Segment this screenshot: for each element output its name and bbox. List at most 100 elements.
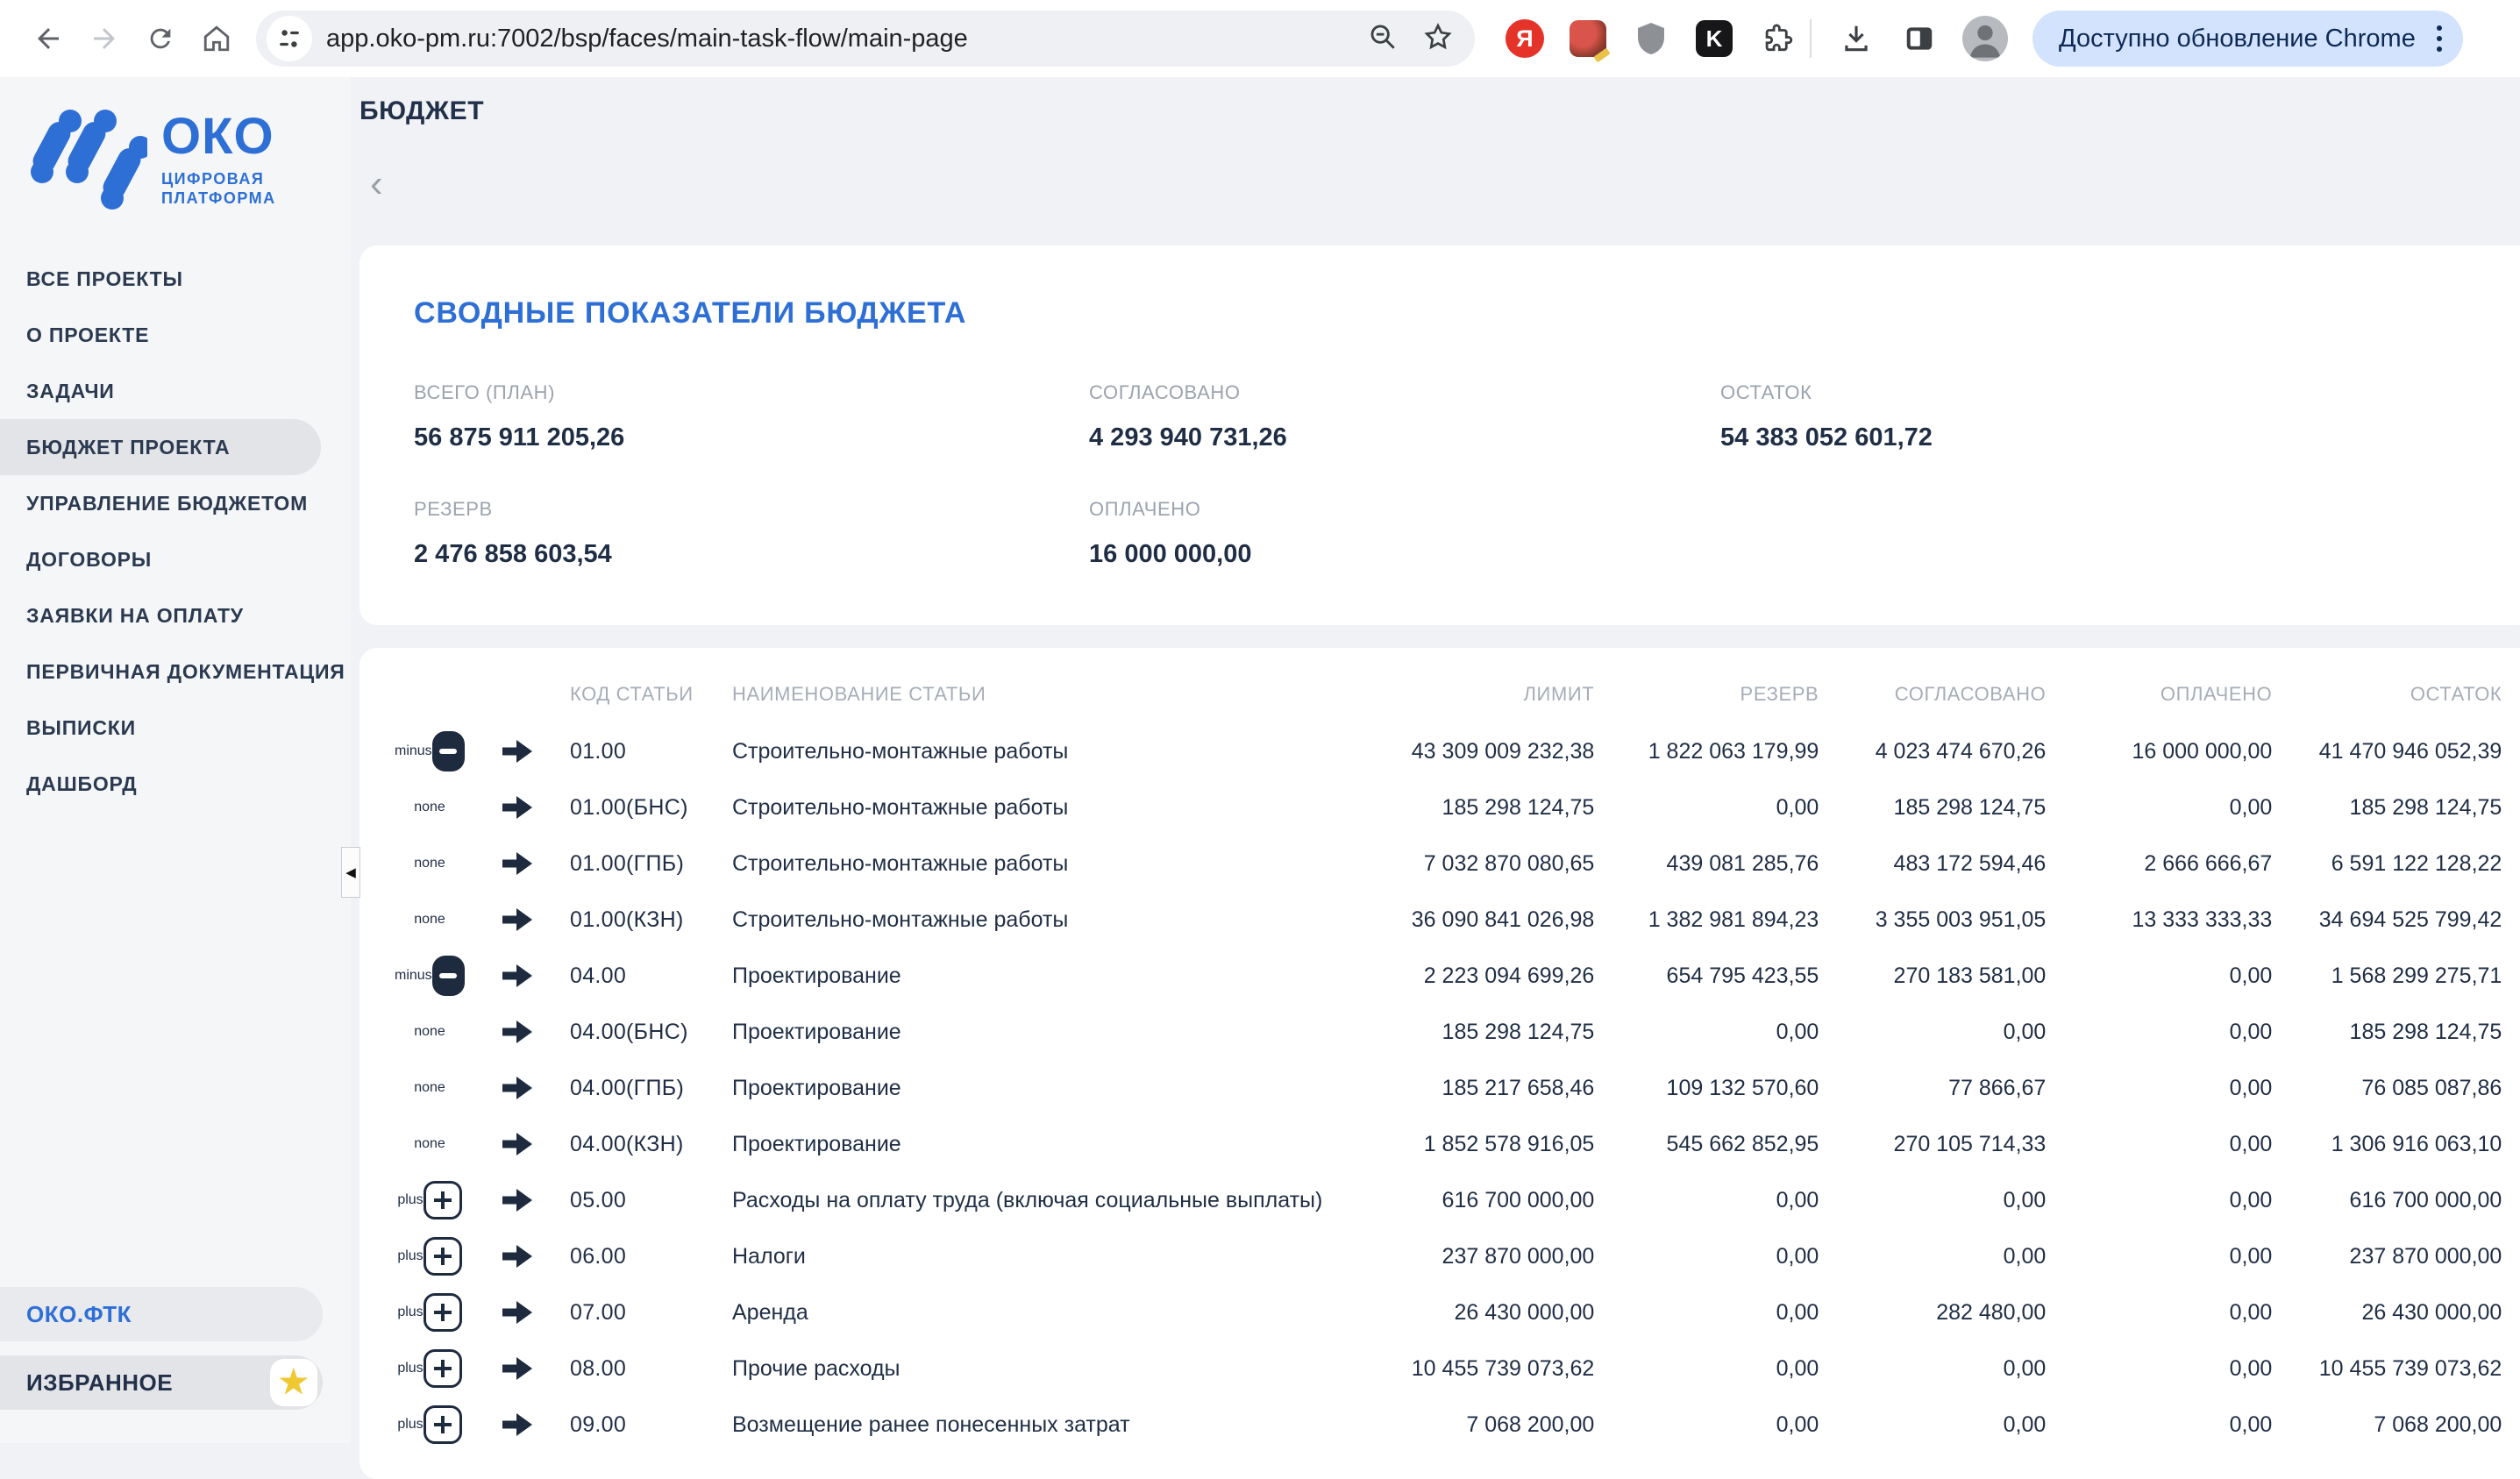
table-row: plus 07.00 Аренда 26 430 000,00 0,00 282… [395,1284,2502,1340]
col-header-limit: ЛИМИТ [1322,683,1594,706]
expand-row-button[interactable] [424,1293,462,1332]
agreed-value: 0,00 [1819,1356,2046,1382]
sidebar-collapse-handle[interactable]: ◀ [341,847,360,898]
sidebar-item-все-проекты[interactable]: ВСЕ ПРОЕКТЫ [0,251,351,307]
open-row-arrow-icon[interactable] [465,1355,570,1382]
article-code: 04.00(БНС) [570,1020,732,1045]
paid-value: 0,00 [2046,1188,2272,1213]
sidebar-item-заявки-на-оплату[interactable]: ЗАЯВКИ НА ОПЛАТУ [0,587,351,644]
reserve-value: 654 795 423,55 [1594,963,1819,989]
limit-value: 7 068 200,00 [1322,1412,1594,1438]
expand-row-button[interactable] [424,1349,462,1388]
sidebar-item-первичная-документация[interactable]: ПЕРВИЧНАЯ ДОКУМЕНТАЦИЯ [0,644,351,700]
open-row-arrow-icon[interactable] [465,1243,570,1269]
open-row-arrow-icon[interactable] [465,1019,570,1045]
open-row-arrow-icon[interactable] [465,907,570,933]
open-row-arrow-icon[interactable] [465,1075,570,1101]
yandex-extension-icon[interactable]: Я [1505,18,1545,59]
favorites-star-icon[interactable]: ★ [270,1359,317,1406]
article-code: 08.00 [570,1356,732,1382]
side-panel-icon[interactable] [1899,18,1940,59]
paid-value: 0,00 [2046,1300,2272,1326]
open-row-arrow-icon[interactable] [465,738,570,764]
seal-extension-icon[interactable] [1568,18,1608,59]
rest-value: 7 068 200,00 [2272,1412,2502,1438]
open-row-arrow-icon[interactable] [465,1187,570,1213]
chrome-update-button[interactable]: Доступно обновление Chrome [2032,11,2463,67]
limit-value: 10 455 739 073,62 [1322,1356,1594,1382]
browser-menu-icon[interactable] [2428,18,2451,59]
article-code: 07.00 [570,1300,732,1326]
table-row: plus 05.00 Расходы на оплату труда (вклю… [395,1172,2502,1228]
sidebar: ОКО ЦИФРОВАЯ ПЛАТФОРМА ВСЕ ПРОЕКТЫО ПРОЕ… [0,77,351,1443]
sidebar-item-выписки[interactable]: ВЫПИСКИ [0,700,351,756]
workspace-pill[interactable]: ОКО.ФТК [0,1287,323,1341]
open-row-arrow-icon[interactable] [465,1411,570,1438]
agreed-value: 185 298 124,75 [1819,795,2046,821]
limit-value: 26 430 000,00 [1322,1300,1594,1326]
k-extension-icon[interactable]: K [1694,18,1734,59]
site-settings-icon[interactable] [267,16,312,61]
summary-stat: ВСЕГО (ПЛАН) 56 875 911 205,26 [414,381,1089,452]
article-name: Аренда [732,1300,1322,1326]
article-code: 01.00(БНС) [570,795,732,821]
home-button[interactable] [191,13,242,64]
address-bar[interactable]: app.oko-pm.ru:7002/bsp/faces/main-task-f… [256,11,1475,67]
rest-value: 185 298 124,75 [2272,1020,2502,1045]
reserve-value: 1 382 981 894,23 [1594,907,1819,933]
back-chevron[interactable]: ‹ [370,165,405,203]
agreed-value: 3 355 003 951,05 [1819,907,2046,933]
bookmark-star-icon[interactable] [1422,21,1454,57]
reload-button[interactable] [135,13,186,64]
sidebar-item-задачи[interactable]: ЗАДАЧИ [0,363,351,419]
paid-value: 0,00 [2046,1020,2272,1045]
sidebar-item-управление-бюджетом[interactable]: УПРАВЛЕНИЕ БЮДЖЕТОМ [0,475,351,531]
downloads-icon[interactable] [1836,18,1876,59]
expand-row-button[interactable] [424,1181,462,1219]
logo-subtitle-1: ЦИФРОВАЯ [161,169,276,189]
sidebar-item-дашборд[interactable]: ДАШБОРД [0,756,351,812]
agreed-value: 483 172 594,46 [1819,851,2046,877]
collapse-row-button[interactable] [432,956,465,996]
open-row-arrow-icon[interactable] [465,1131,570,1157]
col-header-rest: ОСТАТОК [2272,683,2502,706]
favorites-pill[interactable]: ИЗБРАННОЕ ★ [0,1355,323,1410]
stat-value: 16 000 000,00 [1089,540,1720,569]
url-text[interactable]: app.oko-pm.ru:7002/bsp/faces/main-task-f… [326,25,1368,53]
shield-extension-icon[interactable] [1631,18,1671,59]
toolbar-divider [1810,19,1812,58]
rest-value: 237 870 000,00 [2272,1244,2502,1269]
stat-label: СОГЛАСОВАНО [1089,381,1720,404]
back-button[interactable] [23,13,74,64]
article-name: Налоги [732,1244,1322,1269]
limit-value: 43 309 009 232,38 [1322,739,1594,764]
expand-row-button[interactable] [424,1405,462,1444]
zoom-out-icon[interactable] [1368,22,1398,56]
rest-value: 41 470 946 052,39 [2272,739,2502,764]
open-row-arrow-icon[interactable] [465,794,570,821]
limit-value: 1 852 578 916,05 [1322,1132,1594,1157]
extensions-puzzle-icon[interactable] [1757,18,1797,59]
agreed-value: 282 480,00 [1819,1300,2046,1326]
agreed-value: 270 183 581,00 [1819,963,2046,989]
sidebar-item-бюджет-проекта[interactable]: БЮДЖЕТ ПРОЕКТА [0,419,321,475]
open-row-arrow-icon[interactable] [465,1299,570,1326]
agreed-value: 0,00 [1819,1244,2046,1269]
paid-value: 0,00 [2046,1132,2272,1157]
sidebar-item-о-проекте[interactable]: О ПРОЕКТЕ [0,307,351,363]
main-content: БЮДЖЕТ ‹ СВОДНЫЕ ПОКАЗАТЕЛИ БЮДЖЕТА ВСЕГ… [351,77,2520,1443]
article-name: Расходы на оплату труда (включая социаль… [732,1188,1322,1213]
budget-summary-card: СВОДНЫЕ ПОКАЗАТЕЛИ БЮДЖЕТА ВСЕГО (ПЛАН) … [359,245,2520,625]
col-header-reserve: РЕЗЕРВ [1594,683,1819,706]
open-row-arrow-icon[interactable] [465,850,570,877]
collapse-row-button[interactable] [432,731,465,771]
paid-value: 16 000 000,00 [2046,739,2272,764]
logo[interactable]: ОКО ЦИФРОВАЯ ПЛАТФОРМА [0,77,351,210]
profile-avatar[interactable] [1962,16,2008,61]
open-row-arrow-icon[interactable] [465,963,570,989]
expand-row-button[interactable] [424,1237,462,1276]
reserve-value: 0,00 [1594,1188,1819,1213]
forward-button[interactable] [79,13,130,64]
sidebar-item-договоры[interactable]: ДОГОВОРЫ [0,531,351,587]
table-row: none 04.00(ГПБ) Проектирование 185 217 6… [395,1060,2502,1116]
